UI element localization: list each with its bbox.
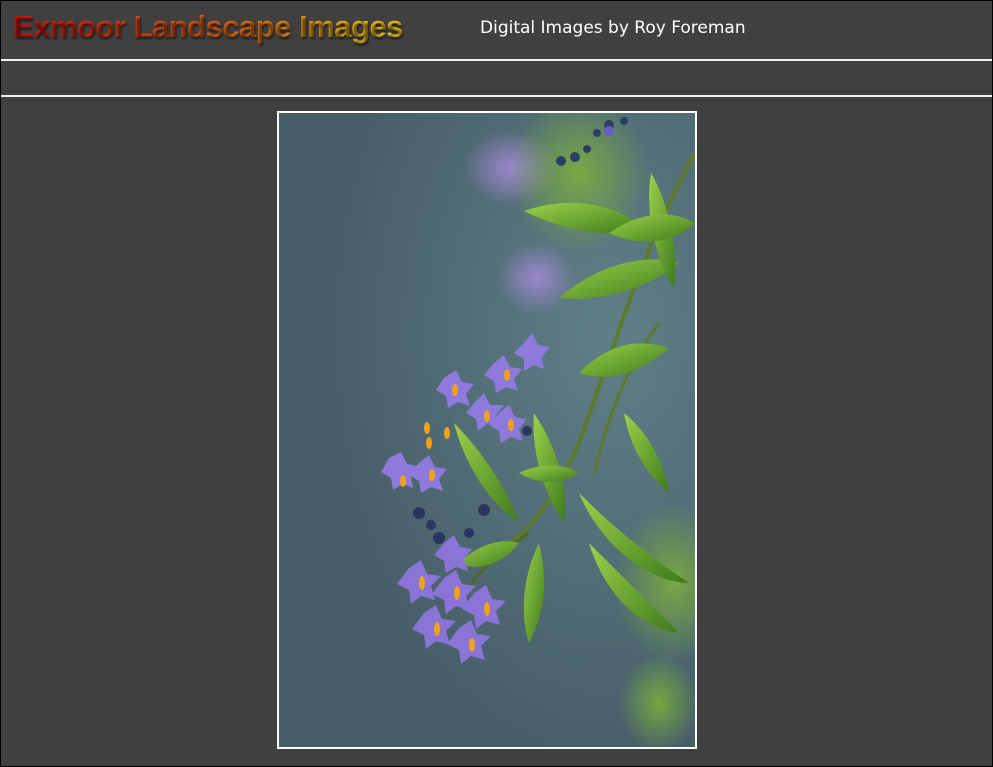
site-header: Exmoor Landscape Images Digital Images b… xyxy=(1,1,992,59)
site-title[interactable]: Exmoor Landscape Images xyxy=(13,9,403,45)
featured-photo[interactable] xyxy=(277,111,697,749)
nav-bar xyxy=(1,61,992,95)
flower-photo-image xyxy=(279,113,695,747)
page: Exmoor Landscape Images Digital Images b… xyxy=(0,0,993,767)
header-divider-bottom xyxy=(1,95,992,97)
site-subtitle: Digital Images by Roy Foreman xyxy=(480,18,746,38)
